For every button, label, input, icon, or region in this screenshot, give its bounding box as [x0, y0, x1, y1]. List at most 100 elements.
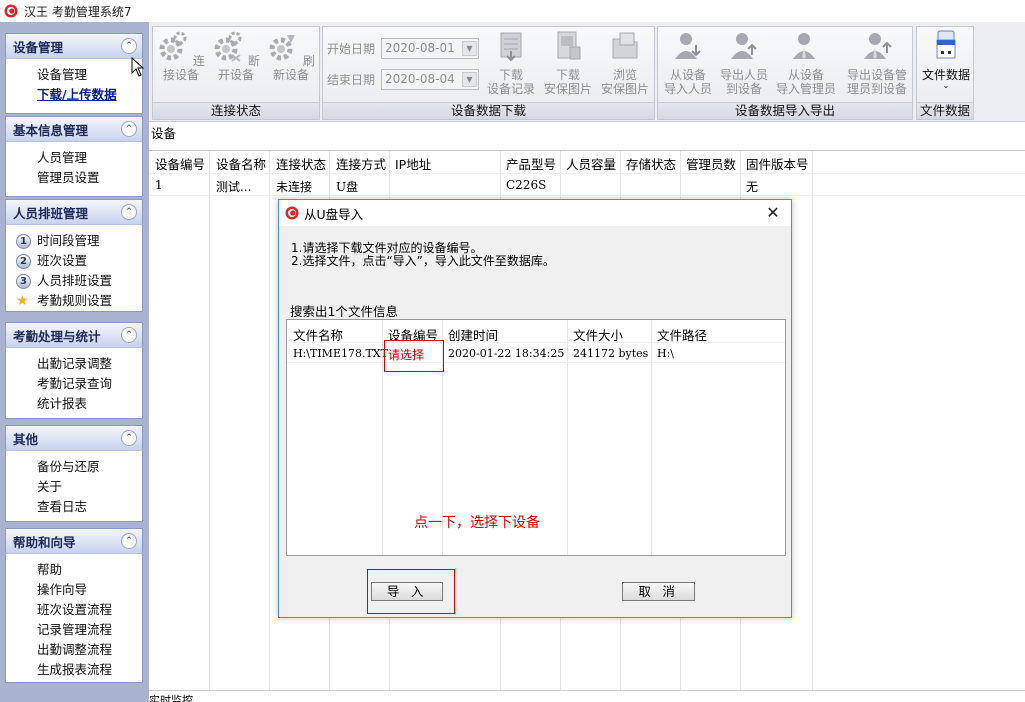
column-header[interactable]: IP地址 — [395, 154, 431, 173]
panel-header[interactable]: 基本信息管理 ⌃ — [5, 116, 143, 141]
column-header[interactable]: 创建时间 — [448, 325, 498, 344]
start-date-input[interactable]: 2020-08-01 ▼ — [381, 37, 479, 59]
column-header[interactable]: 管理员数 — [686, 154, 736, 173]
sidebar-item-backup-restore[interactable]: 备份与还原 — [6, 457, 142, 477]
import-admin-label-2: 导入管理员 — [775, 82, 836, 96]
gear-disconnect-icon — [214, 31, 242, 62]
chevron-down-icon[interactable]: ▼ — [462, 40, 477, 56]
table-cell[interactable]: 测试... — [216, 178, 251, 195]
collapse-icon[interactable]: ⌃ — [121, 533, 137, 549]
row-divider — [287, 362, 785, 363]
sidebar-item-personnel[interactable]: 人员管理 — [6, 148, 142, 168]
column-header[interactable]: 文件大小 — [573, 325, 623, 344]
sidebar-item-help[interactable]: 帮助 — [6, 560, 142, 580]
collapse-icon[interactable]: ⌃ — [121, 121, 137, 137]
collapse-icon[interactable]: ⌃ — [121, 430, 137, 446]
sidebar-item-adjust-flow[interactable]: 出勤调整流程 — [6, 640, 142, 660]
app-logo-icon — [285, 206, 299, 220]
admin-export-icon — [864, 33, 892, 59]
panel-header[interactable]: 设备管理 ⌃ — [5, 33, 143, 58]
column-header[interactable]: 人员容量 — [566, 154, 616, 173]
sidebar-item-record-flow[interactable]: 记录管理流程 — [6, 620, 142, 640]
highlight-box — [384, 340, 444, 372]
table-cell[interactable]: 1 — [155, 178, 163, 192]
file-path-cell[interactable]: H:\ — [657, 347, 674, 360]
sidebar-item-staff-scheduling[interactable]: 3 人员排班设置 — [6, 271, 142, 291]
import-staff-button[interactable]: 从设备 导入人员 — [660, 29, 716, 96]
chevron-down-icon[interactable]: ▼ — [462, 71, 477, 87]
group-label: 设备数据导入导出 — [658, 102, 912, 119]
annotation-hint: 点一下，选择下设备 — [414, 515, 540, 531]
sidebar-item-download-upload[interactable]: 下载/上传数据 — [6, 85, 142, 105]
collapse-icon[interactable]: ⌃ — [121, 327, 137, 343]
panel-header[interactable]: 其他 ⌃ — [5, 425, 143, 450]
panel-title: 其他 — [13, 431, 39, 447]
sidebar-item-wizard[interactable]: 操作向导 — [6, 580, 142, 600]
group-import-export: 从设备 导入人员 导出人员 到设备 从设备 导入管理员 导出设备管 理员到设备 … — [657, 26, 913, 120]
close-icon[interactable]: ✕ — [763, 203, 783, 223]
collapse-icon[interactable]: ⌃ — [121, 204, 137, 220]
end-date-label: 结束日期 — [327, 72, 376, 87]
chevron-down-icon[interactable]: ⌄ — [918, 82, 974, 90]
panel-header[interactable]: 人员排班管理 ⌃ — [5, 199, 143, 224]
table-cell[interactable]: C226S — [506, 178, 546, 192]
sidebar-item-reports[interactable]: 统计报表 — [6, 394, 142, 414]
panel-device-management: 设备管理 ⌃ 设备管理 下载/上传数据 — [5, 33, 143, 114]
export-staff-button[interactable]: 导出人员 到设备 — [716, 29, 772, 96]
sidebar-item-device-management[interactable]: 设备管理 — [6, 65, 142, 85]
user-export-icon — [731, 33, 757, 59]
col-divider — [210, 151, 270, 691]
end-date-field[interactable]: 结束日期 2020-08-04 ▼ — [327, 68, 479, 90]
end-date-value: 2020-08-04 — [385, 72, 455, 86]
column-header[interactable]: 设备名称 — [216, 154, 266, 173]
column-header[interactable]: 设备编号 — [155, 154, 205, 173]
export-admin-button[interactable]: 导出设备管 理员到设备 — [842, 29, 912, 96]
download-records-button[interactable]: 下载 设备记录 — [483, 29, 539, 96]
column-header[interactable]: 文件名称 — [293, 325, 343, 344]
window-title: 汉王 考勤管理系统7 — [24, 4, 132, 19]
download-records-label-2: 设备记录 — [486, 82, 535, 96]
file-size-cell[interactable]: 241172 bytes — [573, 347, 648, 360]
column-header[interactable]: 存储状态 — [626, 154, 676, 173]
column-header[interactable]: 连接状态 — [276, 154, 326, 173]
end-date-input[interactable]: 2020-08-04 ▼ — [381, 68, 479, 90]
folder-photos-icon — [612, 32, 638, 59]
column-header[interactable]: 固件版本号 — [746, 154, 809, 173]
sidebar-item-time-periods[interactable]: 1 时间段管理 — [6, 231, 142, 251]
connect-device-button[interactable]: 连接设备 — [155, 29, 207, 82]
sidebar-item-admin-settings[interactable]: 管理员设置 — [6, 168, 142, 188]
import-button[interactable]: 导 入 — [371, 582, 443, 601]
usb-import-dialog: 从U盘导入 ✕ 1.请选择下载文件对应的设备编号。 2.选择文件，点击“导入”，… — [278, 199, 792, 618]
sidebar-item-about[interactable]: 关于 — [6, 477, 142, 497]
file-data-button[interactable]: 文件数据 ⌄ — [918, 29, 974, 90]
sidebar-item-attendance-query[interactable]: 考勤记录查询 — [6, 374, 142, 394]
created-time-cell[interactable]: 2020-01-22 18:34:25 — [448, 347, 564, 360]
sidebar-item-view-log[interactable]: 查看日志 — [6, 497, 142, 517]
gear-refresh-icon — [269, 35, 296, 61]
sidebar-item-shifts[interactable]: 2 班次设置 — [6, 251, 142, 271]
download-photos-button[interactable]: 下载 安保图片 — [540, 29, 596, 96]
table-cell[interactable]: 无 — [746, 178, 758, 195]
panel-header[interactable]: 帮助和向导 ⌃ — [5, 528, 143, 553]
import-admin-button[interactable]: 从设备 导入管理员 — [772, 29, 840, 96]
dialog-titlebar[interactable]: 从U盘导入 ✕ — [279, 200, 791, 226]
column-header[interactable]: 连接方式 — [336, 154, 386, 173]
table-cell[interactable]: 未连接 — [276, 178, 312, 195]
sidebar-item-shift-flow[interactable]: 班次设置流程 — [6, 600, 142, 620]
table-cell[interactable]: U盘 — [336, 178, 358, 195]
start-date-field[interactable]: 开始日期 2020-08-01 ▼ — [327, 37, 479, 59]
browse-photos-button[interactable]: 浏览 安保图片 — [597, 29, 653, 96]
admin-import-icon — [793, 33, 815, 59]
column-header[interactable]: 产品型号 — [506, 154, 556, 173]
refresh-device-button[interactable]: 刷新设备 — [265, 29, 317, 82]
sidebar-item-attendance-adjust[interactable]: 出勤记录调整 — [6, 354, 142, 374]
panel-other: 其他 ⌃ 备份与还原 关于 查看日志 — [5, 425, 143, 522]
sidebar-item-attendance-rules[interactable]: ★ 考勤规则设置 — [6, 291, 142, 311]
file-name-cell[interactable]: H:\TIME178.TXT — [293, 347, 388, 360]
sidebar-item-report-flow[interactable]: 生成报表流程 — [6, 660, 142, 680]
collapse-icon[interactable]: ⌃ — [121, 38, 137, 54]
cancel-button[interactable]: 取 消 — [622, 582, 695, 601]
disconnect-device-button[interactable]: 断开设备 — [210, 29, 262, 82]
column-header[interactable]: 文件路径 — [657, 325, 707, 344]
panel-header[interactable]: 考勤处理与统计 ⌃ — [5, 322, 143, 347]
